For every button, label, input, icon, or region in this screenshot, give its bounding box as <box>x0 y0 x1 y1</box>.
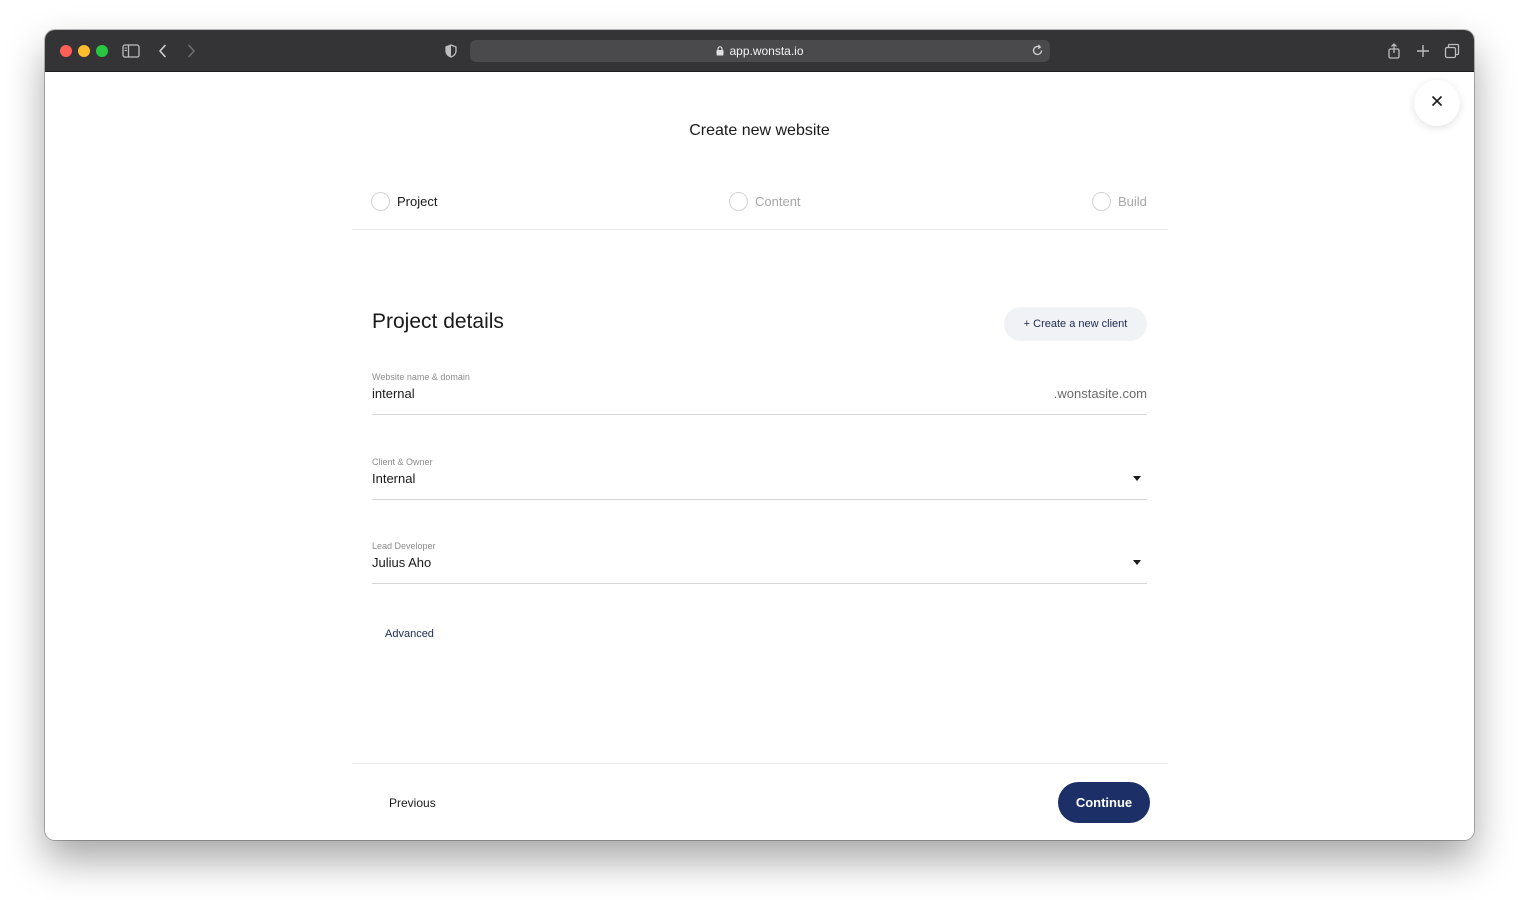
step-build[interactable]: Build <box>1092 192 1147 211</box>
website-name-input[interactable]: internal <box>372 386 415 401</box>
create-client-button[interactable]: + Create a new client <box>1004 307 1147 341</box>
reload-icon[interactable] <box>1031 44 1044 57</box>
browser-toolbar: app.wonsta.io <box>45 30 1474 72</box>
page-content: Create new website Project Content Build… <box>45 72 1474 840</box>
select-value: Julius Aho <box>372 555 432 570</box>
step-content[interactable]: Content <box>729 192 801 211</box>
forward-icon[interactable] <box>181 41 201 61</box>
new-tab-icon[interactable] <box>1413 41 1433 61</box>
select-value: Internal <box>372 471 416 486</box>
wizard-steps: Project Content Build <box>352 190 1168 230</box>
website-name-field[interactable]: Website name & domain internal .wonstasi… <box>372 372 1147 415</box>
step-indicator-icon <box>371 192 390 211</box>
lock-icon <box>716 46 724 56</box>
step-indicator-icon <box>729 192 748 211</box>
tab-overview-icon[interactable] <box>1442 41 1462 61</box>
back-icon[interactable] <box>153 41 173 61</box>
lead-developer-select[interactable]: Lead Developer Julius Aho <box>372 541 1147 584</box>
zoom-window-button[interactable] <box>96 45 108 57</box>
advanced-toggle[interactable]: Advanced <box>385 628 434 640</box>
sidebar-toggle-icon[interactable] <box>121 41 141 61</box>
field-label: Client & Owner <box>372 457 433 467</box>
minimize-window-button[interactable] <box>78 45 90 57</box>
share-icon[interactable] <box>1384 41 1404 61</box>
page-title: Create new website <box>689 122 830 139</box>
step-label: Build <box>1118 194 1147 209</box>
step-label: Project <box>397 194 438 209</box>
close-modal-button[interactable] <box>1414 80 1460 126</box>
step-label: Content <box>755 194 801 209</box>
browser-window: app.wonsta.io Create new website Project <box>45 30 1474 840</box>
footer-divider <box>352 763 1168 764</box>
step-indicator-icon <box>1092 192 1111 211</box>
client-owner-select[interactable]: Client & Owner Internal <box>372 457 1147 500</box>
field-label: Lead Developer <box>372 541 436 551</box>
url-text: app.wonsta.io <box>729 44 804 58</box>
previous-button[interactable]: Previous <box>389 796 436 810</box>
section-title: Project details <box>372 310 504 333</box>
address-bar[interactable]: app.wonsta.io <box>470 40 1050 62</box>
caret-down-icon[interactable] <box>1133 476 1141 481</box>
step-project[interactable]: Project <box>371 192 437 211</box>
close-window-button[interactable] <box>60 45 72 57</box>
continue-button[interactable]: Continue <box>1058 782 1150 823</box>
privacy-shield-icon[interactable] <box>441 41 461 61</box>
caret-down-icon[interactable] <box>1133 560 1141 565</box>
field-label: Website name & domain <box>372 372 470 382</box>
domain-suffix: .wonstasite.com <box>1053 386 1147 401</box>
close-icon <box>1431 94 1443 112</box>
